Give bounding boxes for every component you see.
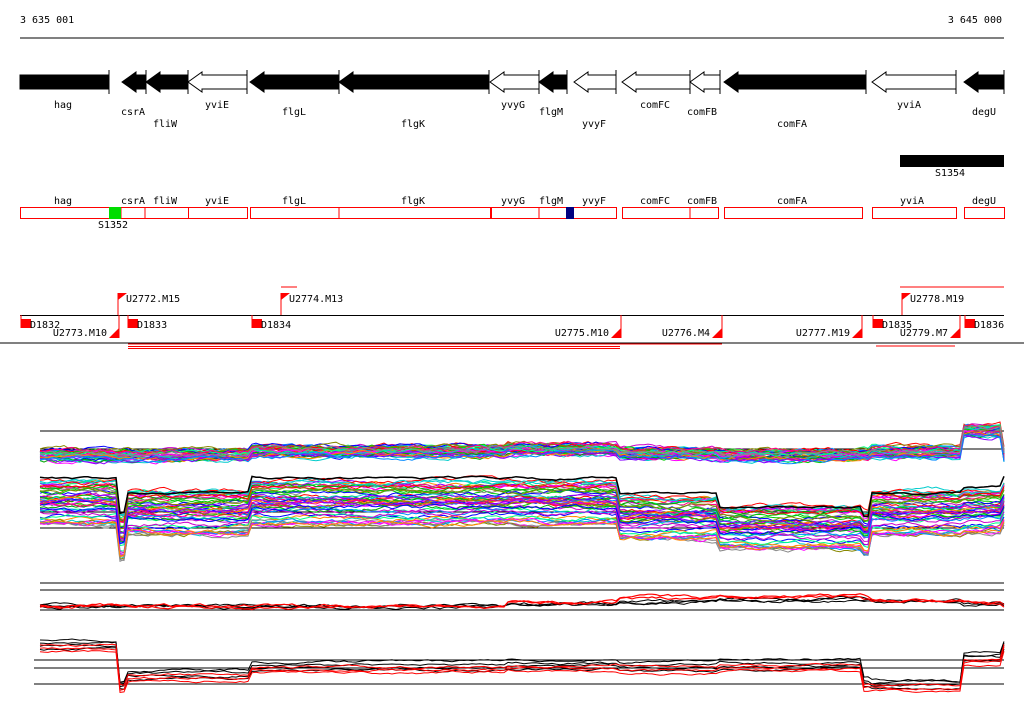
marker-label: S1352	[98, 220, 128, 231]
gene-hag[interactable]: hag	[19, 70, 110, 111]
gene-box[interactable]	[872, 207, 957, 219]
feature-D1832[interactable]: D1832	[20, 315, 60, 331]
gene-box-label: comFC	[640, 196, 670, 207]
gene-label: hag	[54, 100, 72, 111]
downshift-U2775.M10[interactable]: U2775.M10	[555, 315, 622, 339]
segment-track: U2772.M15 U2774.M13 U2778.M19 U2773.M10 U277…	[20, 286, 1004, 349]
gene-flgK[interactable]: flgK	[338, 70, 490, 130]
gene-box[interactable]	[20, 207, 189, 219]
downshift-U2773.M10[interactable]: U2773.M10	[53, 315, 120, 339]
feature-s1354[interactable]: S1354	[900, 155, 1004, 179]
gene-label: comFA	[777, 119, 807, 130]
marker-green[interactable]	[109, 207, 121, 219]
gene-comFC[interactable]: comFC	[621, 70, 691, 111]
gene-box-label: comFB	[687, 196, 717, 207]
downshift-label: U2775.M10	[555, 328, 609, 339]
genome-browser-canvas: 3 635 001 3 645 000 hag csrA fliW yviE flgL f…	[0, 15, 1024, 693]
gene-box-label: yvyF	[582, 196, 606, 207]
gene-label: flgL	[282, 107, 306, 118]
feature-D1834[interactable]: D1834	[251, 315, 291, 331]
upshift-label: U2778.M19	[910, 294, 964, 305]
gene-fliW[interactable]: fliW	[145, 70, 189, 130]
gene-box-label: flgM	[539, 196, 563, 207]
gene-label: fliW	[153, 119, 178, 130]
ruler-start-label: 3 635 001	[20, 15, 74, 26]
gene-yviA[interactable]: yviA	[871, 70, 957, 111]
gene-label: yviE	[205, 100, 229, 111]
gene-box[interactable]	[964, 207, 1005, 219]
gene-yvyG[interactable]: yvyG	[489, 70, 540, 111]
gene-label: flgK	[401, 119, 425, 130]
gene-box-label: csrA	[121, 196, 145, 207]
gene-box-track: hag csrA fliW yviE flgL flgK yvyG flgM yvyF comFC…	[20, 196, 1005, 231]
upshift-U2772.M15[interactable]: U2772.M15	[117, 293, 180, 315]
gene-flgM[interactable]: flgM	[538, 70, 568, 118]
gene-label: comFB	[687, 107, 717, 118]
gene-label: flgM	[539, 107, 563, 118]
upshift-label: U2774.M13	[289, 294, 343, 305]
gene-label: yviA	[897, 100, 921, 111]
feature-D1835[interactable]: D1835	[872, 315, 912, 331]
gene-box-label: yviE	[205, 196, 229, 207]
gene-box-label: comFA	[777, 196, 807, 207]
feature-D1836[interactable]: D1836	[964, 315, 1004, 331]
ruler-end-label: 3 645 000	[948, 15, 1002, 26]
feature-label: D1835	[882, 320, 912, 331]
downshift-label: U2777.M19	[796, 328, 850, 339]
profile-line	[39, 643, 1005, 687]
gene-box[interactable]	[250, 207, 491, 219]
gene-csrA[interactable]: csrA	[121, 70, 147, 118]
gene-box-label: flgK	[401, 196, 425, 207]
downshift-U2776.M4[interactable]: U2776.M4	[662, 315, 723, 339]
gene-box-label: yviA	[900, 196, 924, 207]
gene-flgL[interactable]: flgL	[249, 70, 340, 118]
feature-label: D1833	[137, 320, 167, 331]
gene-degU[interactable]: degU	[963, 70, 1005, 118]
profile-line	[39, 638, 1005, 683]
gene-track: hag csrA fliW yviE flgL flgK yvyG flgM yvyF comFC…	[19, 70, 1005, 130]
gene-box[interactable]	[188, 207, 248, 219]
gene-box-label: flgL	[282, 196, 306, 207]
feature-label: D1834	[261, 320, 291, 331]
gene-box-label: fliW	[153, 196, 178, 207]
ruler: 3 635 001 3 645 000	[20, 15, 1004, 39]
gene-comFA[interactable]: comFA	[723, 70, 867, 130]
downshift-label: U2773.M10	[53, 328, 107, 339]
profile-line	[39, 594, 1005, 610]
gene-yvyF[interactable]: yvyF	[573, 70, 617, 130]
gene-label: comFC	[640, 100, 670, 111]
feature-label: D1836	[974, 320, 1004, 331]
gene-yviE[interactable]: yviE	[187, 70, 248, 111]
feature-D1833[interactable]: D1833	[127, 315, 167, 331]
gene-box-label: degU	[972, 196, 996, 207]
upshift-label: U2772.M15	[126, 294, 180, 305]
gene-box[interactable]	[622, 207, 719, 219]
upshift-U2778.M19[interactable]: U2778.M19	[901, 293, 964, 315]
upshift-U2774.M13[interactable]: U2774.M13	[280, 293, 343, 315]
profile-line	[39, 649, 1005, 693]
gene-box[interactable]	[724, 207, 863, 219]
downshift-label: U2776.M4	[662, 328, 710, 339]
gene-box-label: yvyG	[501, 196, 525, 207]
gene-label: yvyF	[582, 119, 606, 130]
gene-comFB[interactable]: comFB	[687, 70, 721, 118]
feature-label: D1832	[30, 320, 60, 331]
marker-navy[interactable]	[566, 207, 574, 219]
gene-box-label: hag	[54, 196, 72, 207]
gene-label: degU	[972, 107, 996, 118]
profile-line	[39, 596, 1005, 610]
downshift-U2777.M19[interactable]: U2777.M19	[796, 315, 863, 339]
gene-label: yvyG	[501, 100, 525, 111]
gene-box[interactable]	[491, 207, 617, 219]
gene-label: csrA	[121, 107, 145, 118]
feature-s1354-label: S1354	[935, 168, 965, 179]
expression-plots	[34, 421, 1005, 693]
